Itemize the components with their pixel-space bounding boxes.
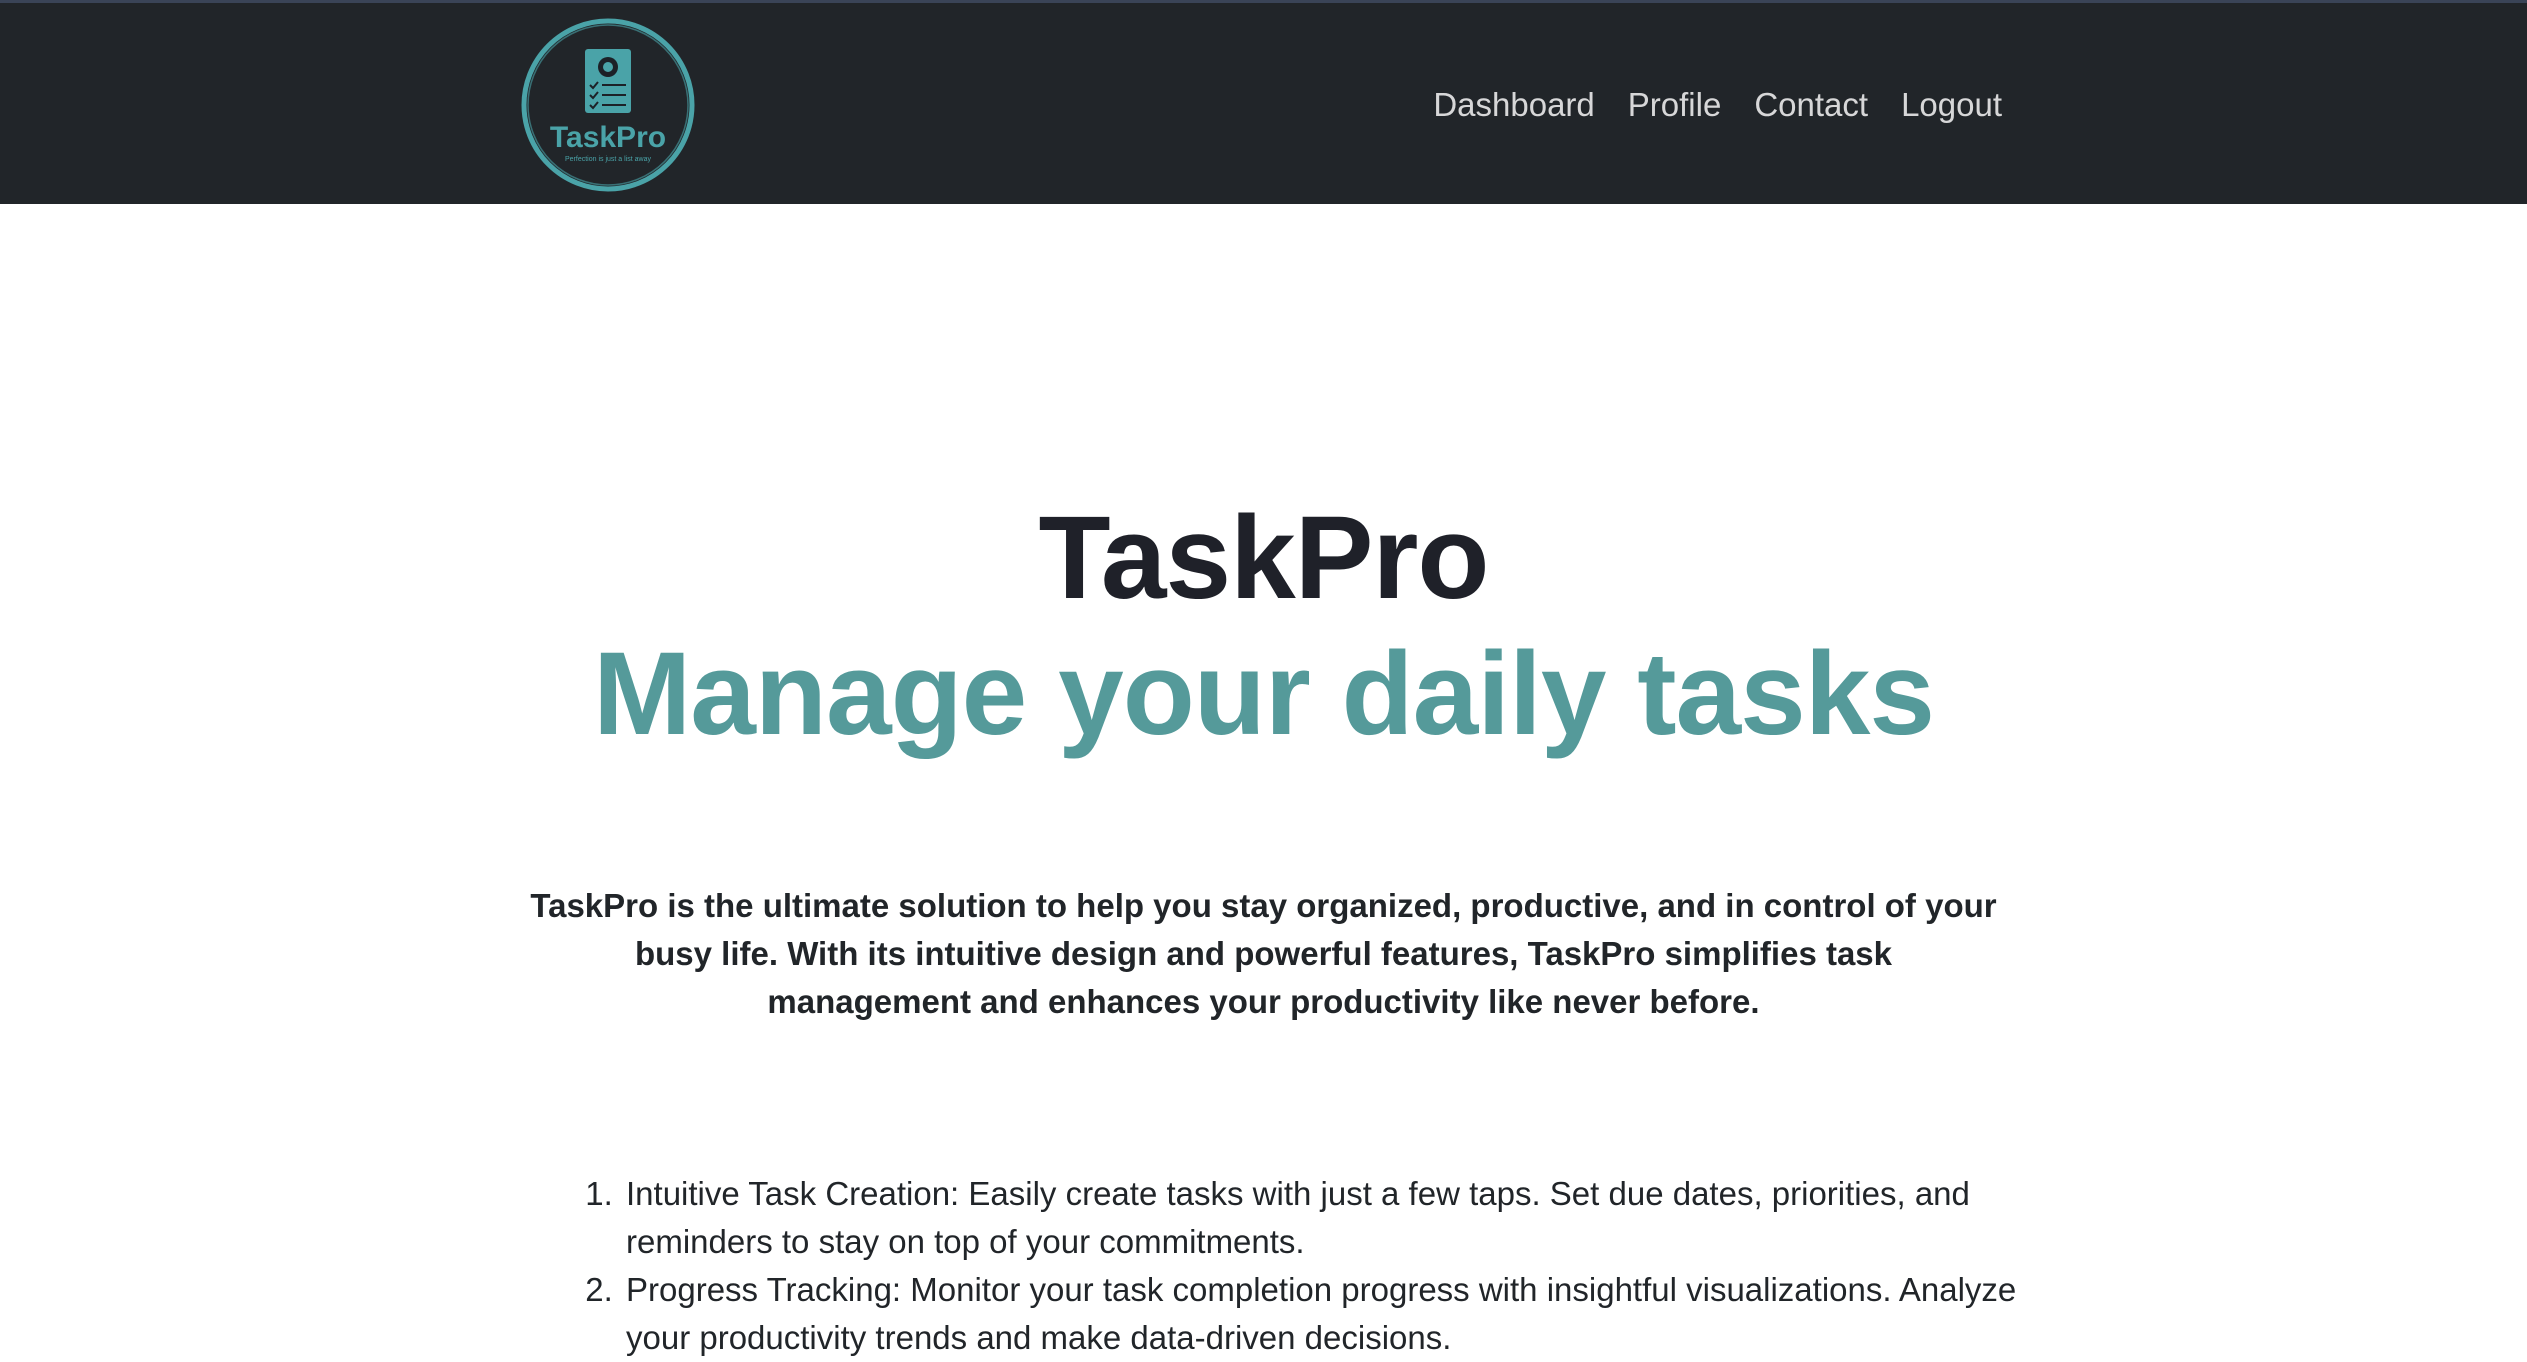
intro-paragraph: TaskPro is the ultimate solution to help… — [530, 887, 1997, 1020]
logo-tagline: Perfection is just a list away — [565, 156, 651, 163]
feature-item-task-creation: Intuitive Task Creation: Easily create t… — [622, 1170, 2042, 1266]
navbar: TaskPro Perfection is just a list away D… — [0, 0, 2527, 204]
hero: TaskPro Manage your daily tasks — [0, 490, 2527, 762]
taskpro-logo[interactable]: TaskPro Perfection is just a list away — [518, 15, 698, 195]
nav-links: Dashboard Profile Contact Logout — [1433, 3, 2002, 207]
nav-link-dashboard[interactable]: Dashboard — [1433, 86, 1594, 124]
logo-text: TaskPro — [550, 121, 666, 154]
nav-link-contact[interactable]: Contact — [1754, 86, 1868, 124]
hero-subtitle: Manage your daily tasks — [592, 628, 1935, 760]
logo-graphic: TaskPro Perfection is just a list away — [521, 18, 695, 192]
nav-link-logout[interactable]: Logout — [1901, 86, 2002, 124]
feature-item-progress-tracking: Progress Tracking: Monitor your task com… — [622, 1266, 2042, 1362]
nav-link-profile[interactable]: Profile — [1628, 86, 1722, 124]
feature-list: Intuitive Task Creation: Easily create t… — [580, 1170, 2042, 1362]
hero-title: TaskPro — [1038, 492, 1490, 624]
